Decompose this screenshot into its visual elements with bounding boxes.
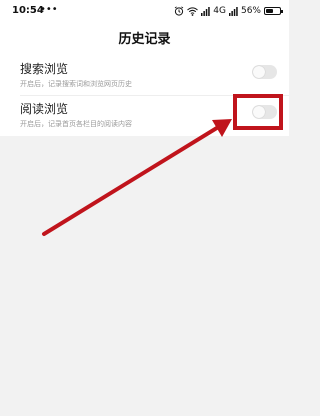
setting-label: 搜索浏览 (20, 62, 69, 76)
alarm-icon (174, 6, 184, 16)
page-title: 历史记录 (118, 32, 171, 47)
wifi-icon (187, 6, 199, 16)
battery-icon (264, 7, 283, 15)
setting-search-history[interactable]: 搜索浏览 开启后，记录搜索词和浏览网页历史 (0, 56, 289, 96)
status-icons: 4G 56% (174, 4, 283, 18)
battery-tip (281, 10, 283, 13)
setting-description: 开启后，记录搜索词和浏览网页历史 (20, 80, 132, 88)
history-settings-screen: 10:54 ••• 4G 56% 历史记录 搜索浏览 开启后，记录搜索词和浏览网… (0, 0, 289, 416)
toggle-knob (253, 66, 265, 78)
setting-label: 阅读浏览 (20, 102, 69, 116)
page-header: 历史记录 (0, 24, 289, 56)
network-type: 4G (213, 6, 226, 16)
signal-icon (201, 6, 210, 16)
empty-area (0, 136, 289, 416)
search-history-toggle[interactable] (252, 65, 277, 79)
status-bar: 10:54 ••• 4G 56% (0, 0, 289, 24)
battery-fill (266, 9, 273, 13)
highlight-box (233, 94, 283, 130)
signal-icon-2 (228, 6, 238, 16)
setting-description: 开启后，记录首页各栏目的阅读内容 (20, 120, 132, 128)
notification-dots: ••• (40, 4, 58, 15)
battery-percent: 56% (240, 6, 261, 16)
